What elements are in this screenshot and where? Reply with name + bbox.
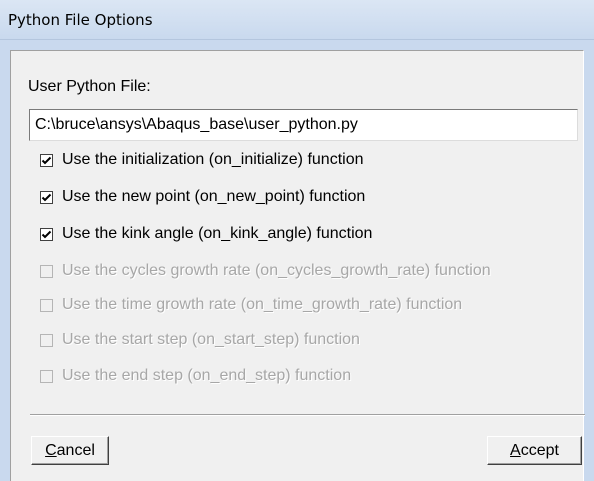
cancel-mnemonic: C [45,441,57,459]
option-on-initialize[interactable]: Use the initialization (on_initialize) f… [40,150,364,170]
checkbox-on-start-step [40,333,53,347]
user-python-file-input[interactable] [29,109,578,141]
checkbox-on-initialize[interactable] [40,153,53,167]
checkbox-on-end-step [40,369,53,383]
window-frame-right [584,50,594,481]
option-on-time-growth-rate: Use the time growth rate (on_time_growth… [40,295,462,315]
option-label-on-new-point: Use the new point (on_new_point) functio… [62,188,366,205]
accept-mnemonic: A [510,441,521,459]
accept-label-rest: ccept [520,441,559,459]
accept-button[interactable]: Accept [487,436,582,465]
window-title: Python File Options [8,11,153,29]
cancel-label-rest: ancel [56,441,95,459]
option-label-on-end-step: Use the end step (on_end_step) function [62,367,352,384]
option-on-kink-angle[interactable]: Use the kink angle (on_kink_angle) funct… [40,224,372,244]
cancel-button[interactable]: Cancel [31,436,109,465]
checkbox-on-cycles-growth-rate [40,264,53,278]
button-separator [30,414,585,416]
option-label-on-start-step: Use the start step (on_start_step) funct… [62,331,360,348]
checkbox-on-new-point[interactable] [40,190,53,204]
checkmark-icon [41,193,52,201]
option-on-cycles-growth-rate: Use the cycles growth rate (on_cycles_gr… [40,261,491,281]
checkmark-icon [41,230,52,238]
option-label-on-kink-angle: Use the kink angle (on_kink_angle) funct… [62,225,373,242]
option-label-on-cycles-growth-rate: Use the cycles growth rate (on_cycles_gr… [62,262,491,279]
checkmark-icon [41,156,52,164]
option-label-on-initialize: Use the initialization (on_initialize) f… [62,151,364,168]
checkbox-on-time-growth-rate [40,298,53,312]
option-on-end-step: Use the end step (on_end_step) function [40,366,351,386]
option-label-on-time-growth-rate: Use the time growth rate (on_time_growth… [62,296,463,313]
option-on-start-step: Use the start step (on_start_step) funct… [40,330,360,350]
title-bar[interactable]: Python File Options [0,0,594,40]
option-on-new-point[interactable]: Use the new point (on_new_point) functio… [40,187,365,207]
user-python-file-label: User Python File: [28,78,151,95]
checkbox-on-kink-angle[interactable] [40,227,53,241]
